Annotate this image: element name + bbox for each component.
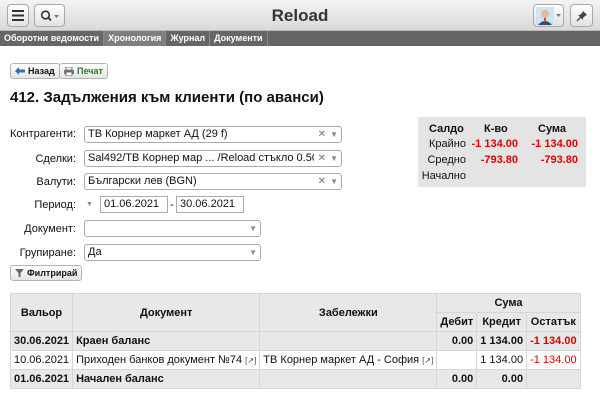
cell-debit: 0.00 [436,369,478,389]
currency-select[interactable]: Български лев (BGN) ✕ ▼ [84,173,342,190]
document-label: Документ: [24,223,76,235]
clear-icon[interactable]: ✕ [318,127,326,142]
cell-date: 30.06.2021 [9,331,74,351]
balance-row-qty: -1 134.00 [471,138,518,150]
printer-icon [64,66,74,76]
external-link-icon[interactable]: [↗] [245,356,256,365]
tab-chronology[interactable]: Хронология [104,31,167,46]
pin-icon [576,10,587,21]
col-header-debit[interactable]: Дебит [436,312,478,332]
pin-button[interactable] [570,4,593,27]
period-separator: - [170,199,174,211]
document-select[interactable]: ▼ [84,220,261,237]
top-bar: Reload [0,0,600,31]
grouping-value: Да [88,246,102,258]
transactions-table: Вальор Документ Забележки Сума Дебит Кре… [9,293,581,389]
chevron-down-icon[interactable]: ▼ [249,245,257,260]
filter-label: Филтрирай [27,268,78,278]
balance-header-amount: Сума [538,123,567,135]
period-chevron-icon[interactable]: ▼ [86,201,93,208]
table-row: 10.06.2021 Приходен банков документ №74 … [9,350,581,370]
cell-document: Начален баланс [72,369,261,389]
cell-credit: 1 134.00 [476,350,528,370]
cell-document-link[interactable]: Приходен банков документ №74 [↗] [72,350,261,370]
cell-notes[interactable]: ТВ Корнер маркет АД - София [263,354,419,366]
col-header-notes[interactable]: Забележки [259,293,438,332]
cell-debit [436,350,478,370]
currency-value: Български лев (BGN) [88,175,197,187]
search-icon [40,9,59,21]
col-header-date[interactable]: Вальор [9,293,74,332]
counterparty-value: ТВ Корнер маркет АД (29 f) [88,128,228,140]
cell-debit: 0.00 [436,331,478,351]
funnel-icon [15,268,24,277]
app-title: Reload [271,6,329,25]
filter-button[interactable]: Филтрирай [10,265,83,281]
print-button[interactable]: Печат [59,63,108,79]
tab-bar: Оборотни ведомости Хронология Журнал Док… [0,31,600,46]
balance-row-label: Крайно [429,138,466,150]
cell-balance [526,369,581,389]
chevron-down-icon[interactable]: ▼ [330,151,338,166]
external-link-icon[interactable]: [↗] [422,356,433,365]
col-header-sum: Сума [436,293,581,313]
currency-label: Валути: [36,176,76,188]
cell-date: 10.06.2021 [9,350,74,370]
cell-balance: -1 134.00 [526,331,581,351]
chevron-down-icon[interactable]: ▼ [249,221,257,236]
balance-summary: Салдо К-во Сума Крайно -1 134.00 -1 134.… [418,117,586,187]
clear-icon[interactable]: ✕ [318,151,326,166]
col-header-credit[interactable]: Кредит [476,312,528,332]
tab-journal[interactable]: Журнал [166,31,211,46]
balance-header-saldo: Салдо [429,123,464,135]
cell-date: 01.06.2021 [9,369,74,389]
cell-notes [259,369,438,389]
cell-notes-link[interactable]: ТВ Корнер маркет АД - София [↗] [259,350,438,370]
cell-notes [259,331,438,351]
col-header-document[interactable]: Документ [72,293,261,332]
col-header-balance[interactable]: Остатък [526,312,581,332]
page-title: 412. Задължения към клиенти (по аванси) [10,89,324,106]
cell-document[interactable]: Приходен банков документ №74 [76,354,242,366]
deals-value: Sal492/ТВ Корнер мар ... /Reload стъкло … [88,152,314,164]
deals-label: Сделки: [35,153,76,165]
period-from-input[interactable]: 01.06.2021 [100,196,168,213]
print-label: Печат [77,66,103,76]
cell-credit: 1 134.00 [476,331,528,351]
balance-row-label: Средно [427,154,466,166]
user-avatar-icon [535,6,561,25]
balance-row-qty: -793.80 [480,154,518,166]
back-button[interactable]: Назад [10,63,60,79]
cell-document: Краен баланс [72,331,261,351]
menu-button[interactable] [7,4,29,27]
tab-documents[interactable]: Документи [210,31,268,46]
balance-header-qty: К-во [484,123,508,135]
period-to-input[interactable]: 30.06.2021 [176,196,244,213]
tab-turnover[interactable]: Оборотни ведомости [0,31,105,46]
balance-row-amount: -793.80 [540,154,578,166]
clear-icon[interactable]: ✕ [318,174,326,189]
cell-credit: 0.00 [476,369,528,389]
balance-row-amount: -1 134.00 [531,138,578,150]
search-button[interactable] [34,4,65,27]
table-row: 01.06.2021 Начален баланс 0.00 0.00 [9,369,581,389]
counterparty-label: Контрагенти: [10,128,77,140]
chevron-down-icon[interactable]: ▼ [330,127,338,142]
counterparty-select[interactable]: ТВ Корнер маркет АД (29 f) ✕ ▼ [84,126,342,143]
back-label: Назад [28,66,55,76]
arrow-left-icon [15,67,25,75]
deals-select[interactable]: Sal492/ТВ Корнер мар ... /Reload стъкло … [84,150,342,167]
chevron-down-icon[interactable]: ▼ [330,174,338,189]
grouping-select[interactable]: Да ▼ [84,244,261,261]
table-row: 30.06.2021 Краен баланс 0.00 1 134.00 -1… [9,331,581,351]
menu-icon [12,10,24,21]
period-label: Период: [34,199,76,211]
grouping-label: Групиране: [19,247,76,259]
user-menu-button[interactable] [533,4,564,27]
balance-row-label: Начално [421,170,466,182]
cell-balance: -1 134.00 [526,350,581,370]
